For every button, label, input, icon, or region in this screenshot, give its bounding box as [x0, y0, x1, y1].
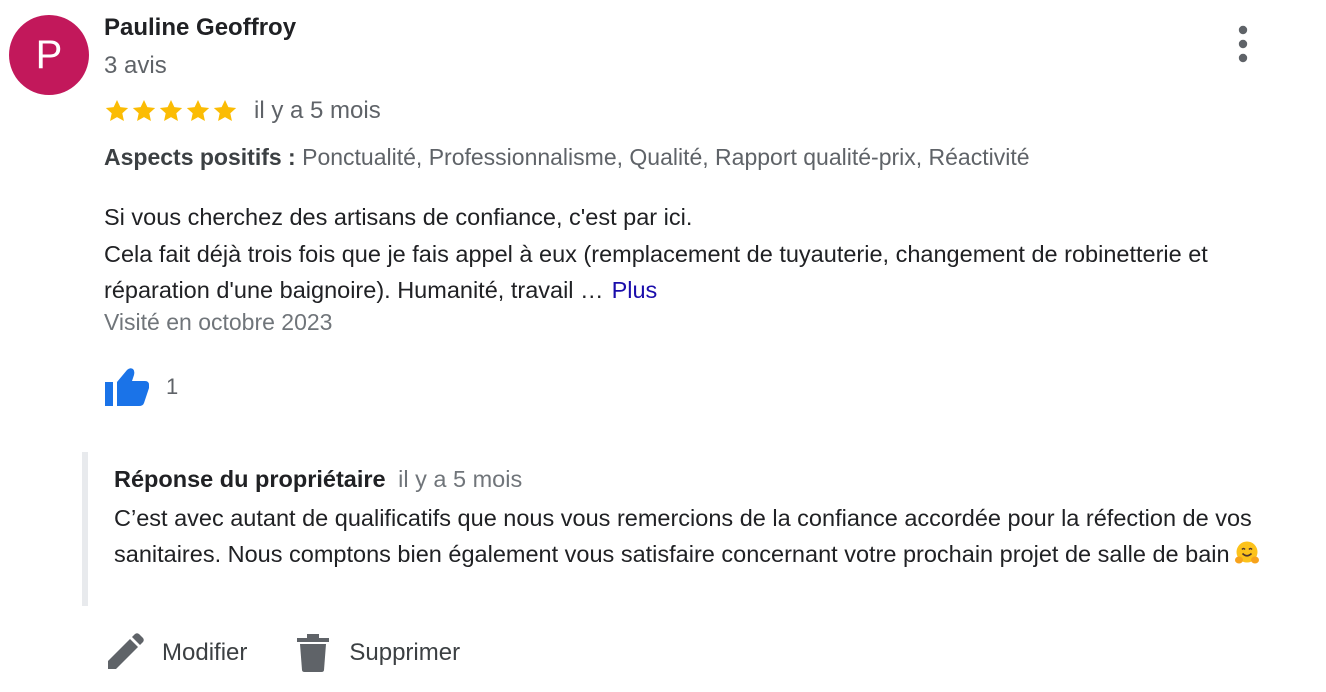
- edit-button[interactable]: Modifier: [104, 633, 247, 673]
- owner-reply: Réponse du propriétaire il y a 5 mois C’…: [82, 452, 1318, 606]
- avatar[interactable]: P: [9, 15, 89, 95]
- delete-label: Supprimer: [349, 639, 461, 666]
- review-card: P Pauline Geoffroy 3 avis il y a 5 mois …: [0, 0, 1326, 692]
- aspects-values: Ponctualité, Professionnalisme, Qualité,…: [302, 144, 1030, 170]
- star-icon: [105, 99, 129, 121]
- owner-reply-body: C’est avec autant de qualificatifs que n…: [114, 505, 1252, 567]
- owner-reply-text: C’est avec autant de qualificatifs que n…: [114, 500, 1314, 576]
- star-icon: [213, 99, 237, 121]
- edit-label: Modifier: [162, 639, 248, 666]
- hugging-face-emoji: [1234, 540, 1260, 576]
- author-name[interactable]: Pauline Geoffroy: [104, 14, 296, 42]
- more-options-button[interactable]: [1226, 24, 1260, 64]
- review-text: Si vous cherchez des artisans de confian…: [104, 199, 1309, 309]
- more-vert-icon: [1238, 25, 1248, 63]
- more-link[interactable]: Plus: [612, 277, 658, 303]
- thumb-up-icon: [105, 368, 149, 406]
- trash-icon: [295, 633, 331, 673]
- visit-date: Visité en octobre 2023: [104, 309, 333, 335]
- review-actions: Modifier Supprimer: [104, 628, 460, 678]
- review-text-line: Cela fait déjà trois fois que je fais ap…: [104, 236, 1309, 309]
- aspects-positive: Aspects positifs : Ponctualité, Professi…: [104, 144, 1030, 171]
- star-icon: [159, 99, 183, 121]
- star-icon: [186, 99, 210, 121]
- rating-row: il y a 5 mois: [104, 96, 381, 126]
- author-review-count: 3 avis: [104, 52, 167, 79]
- like-button[interactable]: 1: [104, 366, 178, 408]
- owner-reply-header: Réponse du propriétaire il y a 5 mois: [114, 466, 522, 493]
- delete-button[interactable]: Supprimer: [295, 633, 460, 673]
- pencil-icon: [104, 633, 144, 673]
- review-time: il y a 5 mois: [254, 97, 381, 124]
- owner-reply-time: il y a 5 mois: [398, 466, 523, 492]
- aspects-label: Aspects positifs :: [104, 144, 296, 170]
- star-rating: [104, 98, 238, 124]
- like-count: 1: [166, 374, 179, 399]
- star-icon: [132, 99, 156, 121]
- review-text-line: Si vous cherchez des artisans de confian…: [104, 204, 693, 230]
- owner-reply-title: Réponse du propriétaire: [114, 466, 386, 492]
